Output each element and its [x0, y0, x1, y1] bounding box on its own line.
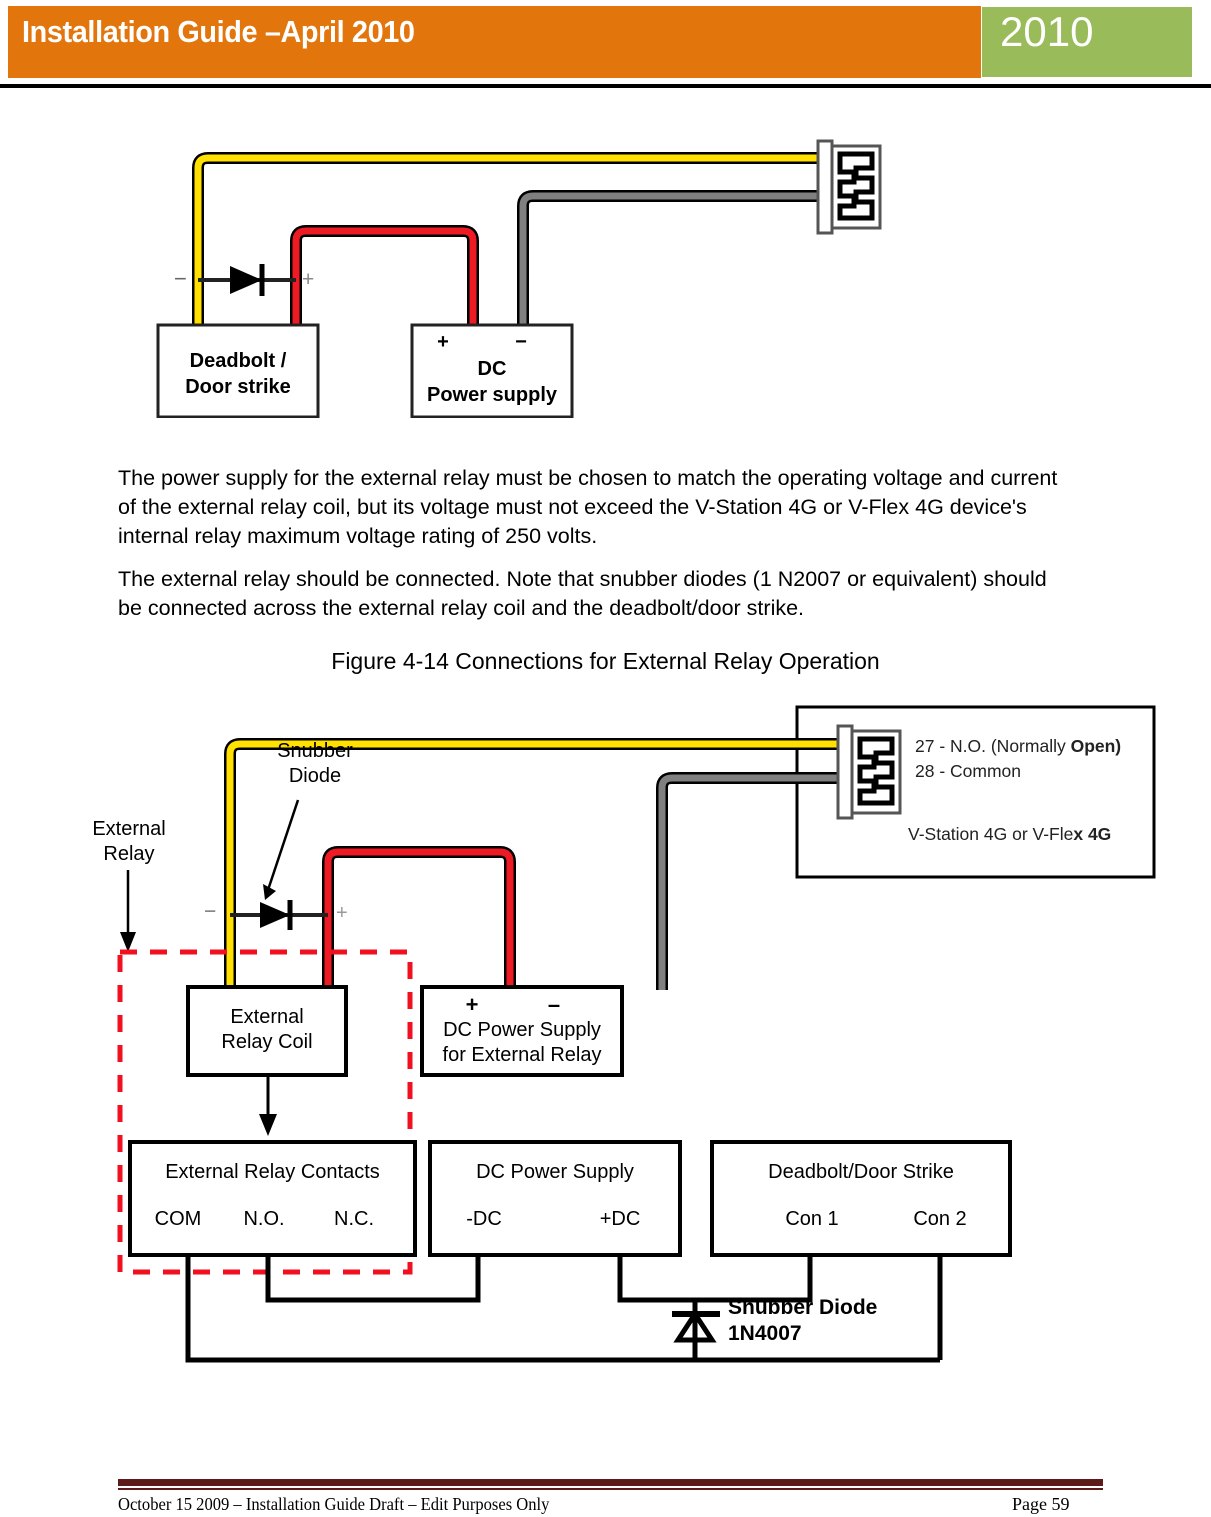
header-divider-rule — [0, 84, 1211, 88]
callout-line3-bold: x 4G — [1073, 824, 1112, 844]
dc-power-supply-title: DC Power Supply — [476, 1161, 634, 1183]
callout-line-1: 27 - N.O. (Normally Open) — [915, 736, 1121, 757]
top-plus-marker: + — [302, 268, 315, 291]
dc-supply-box-label-line2: Power supply — [426, 384, 558, 406]
dc-supply-minus-marker: − — [515, 331, 527, 353]
callout-line1-bold: Open) — [1070, 736, 1122, 756]
callout-line-3: V-Station 4G or V-Flex 4G — [908, 824, 1111, 845]
dcps-relay-plus-sign: + — [465, 992, 479, 1017]
deadbolt-box-label-line2: Door strike — [185, 376, 291, 398]
contacts-terminal-no: N.O. — [243, 1208, 285, 1230]
paragraph-external-relay: The external relay should be connected. … — [118, 566, 1047, 620]
contacts-terminal-nc: N.C. — [334, 1208, 374, 1230]
bottom-snubber-diode-line1: Snubber Diode — [728, 1296, 878, 1319]
dc-supply-plus-marker: + — [437, 331, 449, 353]
top-minus-marker: − — [174, 266, 187, 291]
dcps-relay-line2: for External Relay — [442, 1044, 602, 1066]
deadbolt-door-strike-title: Deadbolt/Door Strike — [768, 1161, 954, 1183]
dcps-relay-minus-sign: – — [547, 992, 561, 1017]
external-relay-coil-line2: Relay Coil — [221, 1031, 313, 1053]
external-relay-annotation-line2: Relay — [103, 843, 155, 865]
external-relay-contacts-title: External Relay Contacts — [165, 1161, 380, 1183]
footer-rule-thin — [118, 1488, 1103, 1490]
dc-supply-box-label-line1: DC — [477, 358, 507, 380]
coil-plus-marker: + — [336, 902, 348, 924]
external-relay-coil-line1: External — [230, 1006, 304, 1028]
contacts-terminal-com: COM — [154, 1208, 202, 1230]
basic-relay-wiring-diagram: − + Deadbolt / Door strike + − DC Power … — [150, 128, 890, 418]
callout-line1-text: 27 - N.O. (Normally — [915, 736, 1071, 756]
footer-document-info: October 15 2009 – Installation Guide Dra… — [118, 1494, 550, 1514]
snubber-diode-annotation-line1: Snubber — [277, 740, 353, 762]
deadbolt-terminal-con1: Con 1 — [785, 1208, 839, 1230]
callout-line3-text: V-Station 4G or V-Fle — [908, 824, 1074, 844]
deadbolt-box-label-line1: Deadbolt / — [189, 350, 287, 372]
footer-rule-thick — [118, 1479, 1103, 1486]
bottom-snubber-diode-line2: 1N4007 — [728, 1322, 802, 1345]
dcps-terminal-minus-dc: -DC — [466, 1208, 502, 1230]
external-relay-annotation-line1: External — [92, 818, 166, 840]
dcps-relay-line1: DC Power Supply — [443, 1019, 601, 1041]
figure-caption: Figure 4-14 Connections for External Rel… — [331, 648, 880, 674]
footer-page-number: Page 59 — [1012, 1494, 1070, 1514]
paragraph-power-supply: The power supply for the external relay … — [118, 465, 1058, 548]
coil-minus-marker: − — [204, 900, 217, 923]
header-year-label: 2010 — [1000, 8, 1094, 55]
callout-line-2: 28 - Common — [915, 761, 1022, 781]
page-header: Installation Guide –April 2010 2010 — [0, 0, 1211, 92]
page-title: Installation Guide –April 2010 — [22, 14, 415, 49]
dcps-terminal-plus-dc: +DC — [599, 1208, 641, 1230]
external-relay-connection-diagram: 27 - N.O. (Normally Open) 28 - Common V-… — [92, 700, 1170, 1380]
snubber-diode-annotation-line2: Diode — [288, 765, 342, 787]
deadbolt-terminal-con2: Con 2 — [913, 1208, 967, 1230]
